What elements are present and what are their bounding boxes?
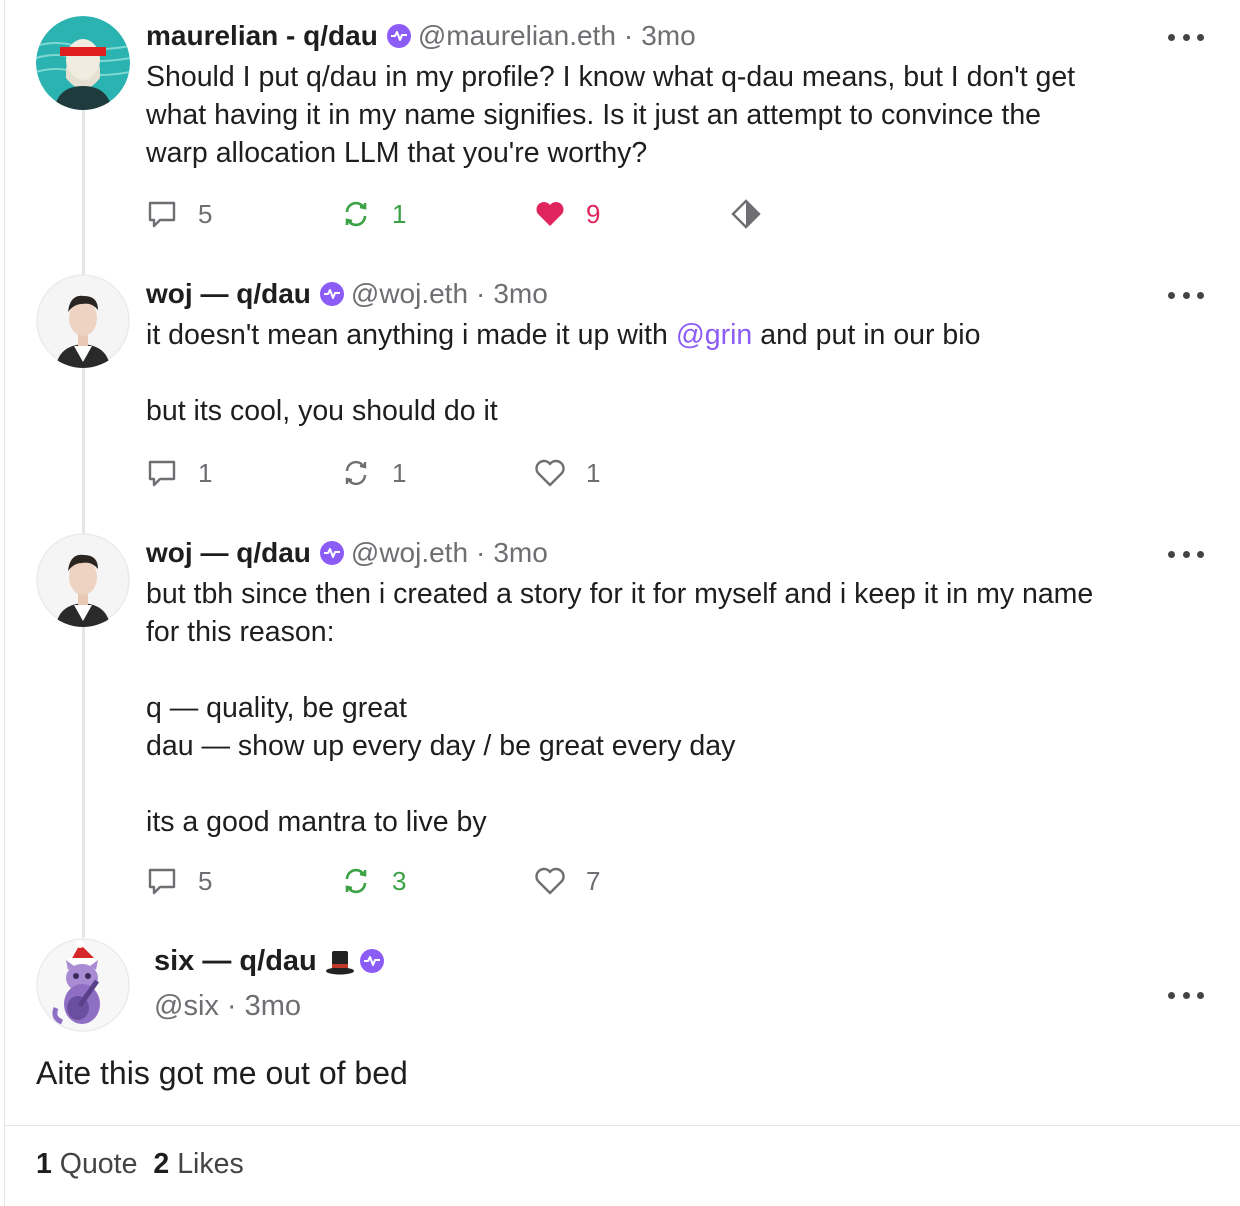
tip-button[interactable] — [730, 197, 782, 231]
recast-count: 1 — [392, 198, 407, 229]
recast-icon — [345, 460, 367, 486]
reply-icon — [148, 460, 176, 487]
verified-badge-icon — [319, 282, 344, 306]
avatar-maurelian[interactable] — [36, 16, 130, 110]
cast-text-line: but its cool, you should do it — [146, 395, 498, 427]
cast-time[interactable]: 3mo — [493, 276, 547, 312]
heart-icon — [535, 867, 565, 895]
more-icon — [1168, 33, 1175, 41]
text-segment: and put in our bio — [752, 319, 981, 351]
recast-count: 1 — [392, 457, 407, 488]
top-hat-emoji — [325, 951, 354, 975]
cast-text-line: for this reason: — [146, 616, 335, 648]
cast-actions: 5 3 7 — [146, 864, 786, 898]
quotes-label: Quote — [59, 1148, 138, 1180]
diamond-icon — [731, 199, 761, 229]
author-name[interactable]: woj — q/dau — [146, 276, 311, 312]
cast-actions: 1 1 1 — [146, 456, 786, 490]
cast-text-line: but tbh since then i created a story for… — [146, 578, 1094, 610]
likes-stat[interactable]: 2 Likes — [153, 1148, 243, 1180]
more-icon — [1168, 991, 1175, 999]
cast-text-line: warp allocation LLM that you're worthy? — [146, 137, 648, 169]
author-name[interactable]: woj — q/dau — [146, 535, 311, 571]
reply-count: 5 — [198, 865, 213, 896]
more-options-button[interactable] — [1168, 990, 1204, 1000]
recast-icon — [345, 201, 367, 227]
avatar-woj[interactable] — [36, 274, 130, 368]
verified-badge-icon — [359, 949, 384, 973]
mention-link[interactable]: @grin — [676, 319, 752, 351]
recast-icon — [345, 868, 367, 894]
cast-text-line: its a good mantra to live by — [146, 806, 487, 838]
recast-count: 3 — [392, 865, 407, 896]
like-count: 9 — [586, 198, 601, 229]
more-options-button[interactable] — [1168, 290, 1204, 300]
heart-icon — [535, 459, 565, 487]
reply-button[interactable]: 5 — [146, 197, 212, 231]
divider — [4, 1125, 1240, 1126]
text-segment: it doesn't mean anything i made it up wi… — [146, 319, 676, 351]
recast-button[interactable]: 3 — [340, 864, 406, 898]
thread-connector-line — [82, 108, 85, 938]
cast-header: maurelian - q/dau @maurelian.eth · 3mo — [146, 18, 696, 54]
cast-time[interactable]: 3mo — [493, 535, 547, 571]
cast-text-line: it doesn't mean anything i made it up wi… — [146, 316, 980, 354]
cast-header: woj — q/dau @woj.eth · 3mo — [146, 276, 548, 312]
more-options-button[interactable] — [1168, 549, 1204, 559]
author-handle[interactable]: @maurelian.eth — [418, 18, 616, 54]
more-icon — [1168, 550, 1175, 558]
like-button[interactable]: 7 — [534, 864, 600, 898]
cast-actions: 5 1 9 — [146, 197, 786, 231]
separator: · — [623, 20, 634, 51]
recast-button[interactable]: 1 — [340, 456, 406, 490]
cast-text-line: Should I put q/dau in my profile? I know… — [146, 61, 1076, 93]
author-name[interactable]: six — q/dau — [154, 943, 317, 979]
verified-badge-icon — [386, 24, 411, 48]
avatar-six[interactable] — [36, 938, 130, 1032]
quotes-stat[interactable]: 1 Quote — [36, 1148, 137, 1180]
heart-icon — [536, 202, 564, 226]
more-icon — [1168, 291, 1175, 299]
reply-icon — [148, 201, 176, 228]
reply-count: 1 — [198, 457, 213, 488]
main-cast-text: Aite this got me out of bed — [36, 1055, 408, 1091]
cast-text: but tbh since then i created a story for… — [146, 575, 1093, 841]
like-count: 7 — [586, 865, 601, 896]
author-handle[interactable]: @woj.eth — [351, 535, 468, 571]
cast-text: it doesn't mean anything i made it up wi… — [146, 316, 980, 430]
main-author-meta: @six · 3mo — [154, 988, 301, 1024]
like-count: 1 — [586, 457, 601, 488]
author-handle[interactable]: @woj.eth — [351, 276, 468, 312]
verified-badge-icon — [319, 541, 344, 565]
reply-icon — [148, 868, 176, 895]
like-button[interactable]: 9 — [534, 197, 600, 231]
cast-text: Should I put q/dau in my profile? I know… — [146, 58, 1075, 172]
main-author-header: six — q/dau — [154, 943, 391, 979]
cast-header: woj — q/dau @woj.eth · 3mo — [146, 535, 548, 571]
reply-button[interactable]: 5 — [146, 864, 212, 898]
quotes-count: 1 — [36, 1148, 52, 1180]
cast-text-line: dau — show up every day / be great every… — [146, 730, 736, 762]
more-options-button[interactable] — [1168, 32, 1204, 42]
reply-count: 5 — [198, 198, 213, 229]
recast-button[interactable]: 1 — [340, 197, 406, 231]
likes-count: 2 — [153, 1148, 170, 1180]
cast-text-line: what having it in my name signifies. Is … — [146, 99, 1042, 131]
likes-label: Likes — [177, 1148, 244, 1180]
cast-time[interactable]: 3mo — [641, 18, 695, 54]
cast-stats: 1 Quote 2 Likes — [36, 1144, 244, 1184]
separator: · — [476, 278, 486, 309]
author-handle[interactable]: @six — [154, 988, 219, 1024]
like-button[interactable]: 1 — [534, 456, 600, 490]
cast-time[interactable]: 3mo — [245, 988, 301, 1024]
cast-text-line: q — quality, be great — [146, 692, 407, 724]
avatar-woj[interactable] — [36, 533, 130, 627]
author-name[interactable]: maurelian - q/dau — [146, 18, 378, 54]
separator: · — [226, 990, 237, 1022]
reply-button[interactable]: 1 — [146, 456, 212, 490]
separator: · — [476, 537, 486, 568]
